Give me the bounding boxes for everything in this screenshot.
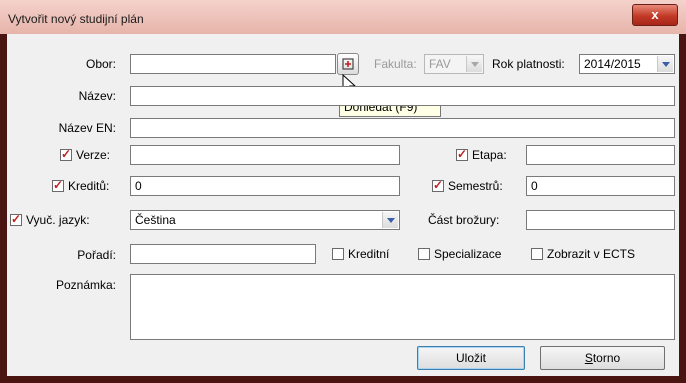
ulozit-button[interactable]: Uložit (417, 346, 525, 370)
verze-label: Verze: (76, 148, 111, 162)
nazev-en-field[interactable] (130, 118, 675, 138)
zobrazit-ects-label: Zobrazit v ECTS (547, 247, 636, 261)
chevron-down-icon (466, 56, 482, 72)
poradi-label: Pořadí: (77, 248, 116, 262)
chevron-down-icon (657, 56, 673, 72)
poradi-field[interactable] (130, 244, 316, 264)
specializace-checkbox[interactable] (418, 248, 430, 260)
vyuc-jazyk-value: Čeština (135, 213, 176, 227)
dialog-window: Vytvořit nový studijní plán x Obor: Faku… (0, 0, 686, 383)
poznamka-label: Poznámka: (55, 278, 116, 292)
semestru-checkbox[interactable] (432, 178, 444, 192)
vyuc-jazyk-label: Vyuč. jazyk: (26, 213, 90, 227)
etapa-field[interactable] (526, 145, 675, 165)
vyuc-jazyk-select[interactable]: Čeština (130, 210, 400, 230)
chevron-down-icon (382, 212, 398, 228)
storno-accesskey: S (584, 351, 593, 365)
specializace-label: Specializace (434, 247, 502, 261)
vyuc-jazyk-checkbox[interactable] (10, 212, 22, 226)
fakulta-value: FAV (429, 57, 451, 71)
fakulta-label: Fakulta: (374, 57, 417, 71)
verze-checkbox[interactable] (60, 147, 72, 161)
nazev-field[interactable] (130, 86, 675, 106)
etapa-label: Etapa: (472, 148, 507, 162)
etapa-checkbox[interactable] (456, 147, 468, 161)
cast-brozury-label: Část brožury: (428, 213, 500, 227)
verze-field[interactable] (130, 145, 400, 165)
rok-platnosti-select[interactable]: 2014/2015 (579, 54, 675, 74)
poznamka-textarea[interactable] (130, 274, 675, 340)
kreditu-checkbox[interactable] (52, 178, 64, 192)
zobrazit-ects-checkbox[interactable] (531, 248, 543, 260)
rok-platnosti-value: 2014/2015 (584, 57, 641, 71)
close-icon: x (651, 7, 659, 22)
nazev-en-label: Název EN: (58, 121, 116, 135)
storno-button[interactable]: Storno (540, 346, 665, 370)
kreditni-checkbox[interactable] (332, 248, 344, 260)
semestru-label: Semestrů: (448, 179, 503, 193)
obor-field[interactable] (130, 54, 336, 74)
kreditu-field[interactable]: 0 (130, 176, 400, 196)
search-button[interactable] (337, 53, 359, 75)
kreditni-label: Kreditní (348, 247, 390, 261)
search-icon (342, 58, 354, 70)
nazev-label: Název: (78, 89, 116, 103)
close-button[interactable]: x (632, 4, 678, 26)
storno-label: torno (592, 351, 621, 365)
title-bar[interactable]: Vytvořit nový studijní plán x (0, 0, 686, 34)
window-title: Vytvořit nový studijní plán (8, 12, 144, 26)
kreditu-label: Kreditů: (68, 179, 110, 193)
fakulta-select[interactable]: FAV (424, 54, 484, 74)
obor-label: Obor: (85, 57, 116, 71)
semestru-field[interactable]: 0 (526, 176, 675, 196)
rok-platnosti-label: Rok platnosti: (492, 57, 565, 71)
cast-brozury-field[interactable] (526, 210, 675, 230)
